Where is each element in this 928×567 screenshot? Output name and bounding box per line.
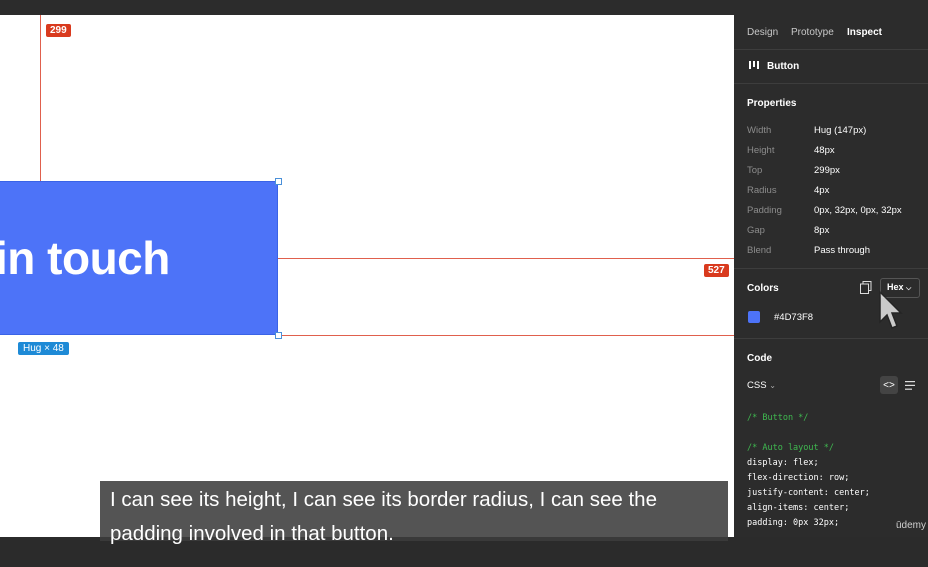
- top-distance-guide: [40, 15, 41, 181]
- code-line: align-items: center;: [747, 503, 850, 513]
- prop-label-blend: Blend: [747, 245, 772, 256]
- color-swatch[interactable]: [748, 311, 760, 323]
- top-toolbar: [0, 0, 928, 15]
- prop-value-radius[interactable]: 4px: [814, 185, 829, 196]
- selected-button-frame[interactable]: in touch: [0, 181, 278, 335]
- right-distance-guide-top: [278, 258, 734, 259]
- udemy-watermark: ūdemy: [896, 520, 927, 531]
- prop-value-width[interactable]: Hug (147px): [814, 125, 866, 136]
- code-language-select[interactable]: CSS ⌄: [747, 380, 776, 391]
- code-line: flex-direction: row;: [747, 473, 850, 483]
- copy-icon[interactable]: [860, 281, 872, 297]
- code-view-icon[interactable]: <>: [880, 376, 898, 394]
- tab-design[interactable]: Design: [747, 27, 778, 38]
- inspect-panel: Design Prototype Inspect Button Properti…: [734, 15, 928, 537]
- button-label: in touch: [0, 232, 170, 284]
- mouse-cursor-icon: [879, 290, 903, 329]
- caption-line-1: I can see its height, I can see its bord…: [110, 488, 657, 511]
- color-hex-value[interactable]: #4D73F8: [774, 312, 813, 323]
- code-title: Code: [747, 353, 772, 364]
- divider: [734, 49, 928, 50]
- top-distance-badge: 299: [46, 24, 71, 37]
- layer-name: Button: [767, 61, 800, 72]
- tab-prototype[interactable]: Prototype: [791, 27, 834, 38]
- code-line: padding: 0px 32px;: [747, 518, 840, 528]
- prop-value-gap[interactable]: 8px: [814, 225, 829, 236]
- code-line: display: flex;: [747, 458, 819, 468]
- right-distance-badge: 527: [704, 264, 729, 277]
- prop-value-padding[interactable]: 0px, 32px, 0px, 32px: [814, 205, 902, 216]
- caption-line-2: padding involved in that button.: [110, 522, 394, 545]
- code-language-value: CSS: [747, 380, 767, 391]
- prop-label-gap: Gap: [747, 225, 765, 236]
- prop-value-height[interactable]: 48px: [814, 145, 835, 156]
- video-caption: I can see its height, I can see its bord…: [100, 481, 728, 545]
- divider: [734, 338, 928, 339]
- resize-handle-bottom-right[interactable]: [275, 332, 282, 339]
- prop-label-padding: Padding: [747, 205, 782, 216]
- prop-label-radius: Radius: [747, 185, 777, 196]
- divider: [734, 83, 928, 84]
- colors-title: Colors: [747, 283, 779, 294]
- prop-label-height: Height: [747, 145, 775, 156]
- resize-handle-top-right[interactable]: [275, 178, 282, 185]
- tab-inspect[interactable]: Inspect: [847, 27, 882, 38]
- list-view-icon[interactable]: [901, 376, 919, 394]
- prop-value-blend[interactable]: Pass through: [814, 245, 870, 256]
- prop-label-top: Top: [747, 165, 763, 176]
- design-canvas[interactable]: 299 527 in touch Hug × 48: [0, 15, 734, 537]
- code-line: justify-content: center;: [747, 488, 870, 498]
- divider: [734, 268, 928, 269]
- prop-value-top[interactable]: 299px: [814, 165, 840, 176]
- chevron-down-icon: ⌄: [769, 381, 776, 390]
- chevron-down-icon: ⌵: [906, 285, 912, 292]
- code-line-comment: /* Auto layout */: [747, 443, 834, 453]
- properties-title: Properties: [747, 98, 797, 109]
- frame-layout-icon: [749, 60, 759, 73]
- size-badge: Hug × 48: [18, 342, 69, 355]
- prop-label-width: Width: [747, 125, 772, 136]
- right-distance-guide-bottom: [278, 335, 734, 336]
- code-line-comment: /* Button */: [747, 413, 809, 423]
